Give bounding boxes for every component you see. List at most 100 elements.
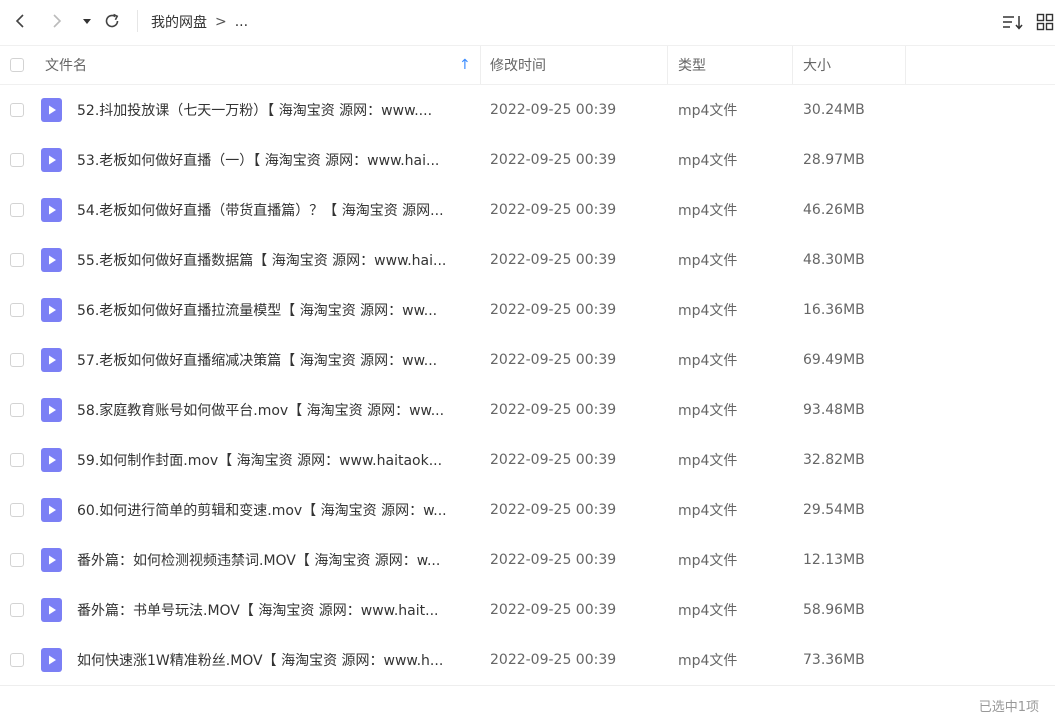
- file-name[interactable]: 番外篇：书单号玩法.MOV【 海淘宝资 源网：www.hait...: [77, 585, 469, 635]
- file-modified-time: 2022-09-25 00:39: [490, 102, 617, 118]
- video-file-icon: [41, 148, 62, 172]
- file-type: mp4文件: [678, 353, 738, 369]
- row-checkbox[interactable]: [10, 503, 24, 517]
- table-row[interactable]: 55.老板如何做好直播数据篇【 海淘宝资 源网：www.hai... 2022-…: [0, 235, 1055, 285]
- file-size: 29.54MB: [803, 502, 865, 518]
- select-all-checkbox[interactable]: [10, 58, 24, 72]
- file-modified-time: 2022-09-25 00:39: [490, 652, 617, 668]
- file-size: 16.36MB: [803, 302, 865, 318]
- file-name[interactable]: 57.老板如何做好直播缩减决策篇【 海淘宝资 源网：ww...: [77, 335, 469, 385]
- row-checkbox[interactable]: [10, 153, 24, 167]
- sort-button[interactable]: [1002, 11, 1024, 33]
- refresh-button[interactable]: [102, 11, 122, 31]
- refresh-icon: [105, 13, 119, 28]
- table-row[interactable]: 番外篇：书单号玩法.MOV【 海淘宝资 源网：www.hait... 2022-…: [0, 585, 1055, 635]
- file-type: mp4文件: [678, 503, 738, 519]
- column-divider[interactable]: [905, 46, 906, 84]
- file-type: mp4文件: [678, 453, 738, 469]
- file-type: mp4文件: [678, 103, 738, 119]
- table-row[interactable]: 56.老板如何做好直播拉流量模型【 海淘宝资 源网：ww... 2022-09-…: [0, 285, 1055, 335]
- column-divider[interactable]: [667, 46, 668, 84]
- row-checkbox[interactable]: [10, 403, 24, 417]
- column-header-size[interactable]: 大小: [803, 46, 903, 84]
- row-checkbox[interactable]: [10, 253, 24, 267]
- video-file-icon: [41, 198, 62, 222]
- video-file-icon: [41, 248, 62, 272]
- table-row[interactable]: 52.抖加投放课（七天一万粉）【 海淘宝资 源网：www.... 2022-09…: [0, 85, 1055, 135]
- video-file-icon: [41, 648, 62, 672]
- column-header-type-label: 类型: [678, 58, 706, 74]
- file-browser: 我的网盘 > ... 文件名 ↑ 修改时间 类型 大小 52.抖加投放课（七天一…: [0, 0, 1055, 724]
- history-dropdown-button[interactable]: [77, 11, 97, 31]
- table-row[interactable]: 53.老板如何做好直播（一）【 海淘宝资 源网：www.hai... 2022-…: [0, 135, 1055, 185]
- file-name[interactable]: 如何快速涨1W精准粉丝.MOV【 海淘宝资 源网：www.h...: [77, 635, 469, 685]
- grid-view-icon: [1036, 13, 1054, 31]
- file-name[interactable]: 60.如何进行简单的剪辑和变速.mov【 海淘宝资 源网：w...: [77, 485, 469, 535]
- breadcrumb-root[interactable]: 我的网盘: [151, 12, 207, 32]
- table-row[interactable]: 58.家庭教育账号如何做平台.mov【 海淘宝资 源网：ww... 2022-0…: [0, 385, 1055, 435]
- column-header-time-label: 修改时间: [490, 58, 546, 74]
- caret-down-icon: [83, 19, 91, 24]
- file-modified-time: 2022-09-25 00:39: [490, 402, 617, 418]
- file-size: 93.48MB: [803, 402, 865, 418]
- file-name[interactable]: 52.抖加投放课（七天一万粉）【 海淘宝资 源网：www....: [77, 85, 469, 135]
- table-row[interactable]: 59.如何制作封面.mov【 海淘宝资 源网：www.haitaok... 20…: [0, 435, 1055, 485]
- grid-view-button[interactable]: [1034, 11, 1055, 33]
- file-name-text: 番外篇：书单号玩法.MOV【 海淘宝资 源网：www.hait...: [77, 603, 439, 619]
- sort-indicator: ↑: [459, 57, 471, 73]
- column-header-type[interactable]: 类型: [678, 46, 788, 84]
- column-divider[interactable]: [792, 46, 793, 84]
- row-checkbox[interactable]: [10, 553, 24, 567]
- file-modified-time: 2022-09-25 00:39: [490, 352, 617, 368]
- file-name[interactable]: 番外篇：如何检测视频违禁词.MOV【 海淘宝资 源网：w...: [77, 535, 469, 585]
- file-name-text: 53.老板如何做好直播（一）【 海淘宝资 源网：www.hai...: [77, 153, 440, 169]
- chevron-right-icon: [53, 14, 62, 28]
- sort-ascending-icon[interactable]: ↑: [459, 46, 471, 84]
- video-file-icon: [41, 398, 62, 422]
- file-name[interactable]: 56.老板如何做好直播拉流量模型【 海淘宝资 源网：ww...: [77, 285, 469, 335]
- row-checkbox[interactable]: [10, 353, 24, 367]
- file-name-text: 59.如何制作封面.mov【 海淘宝资 源网：www.haitaok...: [77, 453, 443, 469]
- row-checkbox[interactable]: [10, 203, 24, 217]
- file-modified-time: 2022-09-25 00:39: [490, 552, 617, 568]
- file-type: mp4文件: [678, 403, 738, 419]
- column-header-name[interactable]: 文件名: [45, 46, 475, 84]
- toolbar: 我的网盘 > ...: [0, 0, 1055, 44]
- table-row[interactable]: 57.老板如何做好直播缩减决策篇【 海淘宝资 源网：ww... 2022-09-…: [0, 335, 1055, 385]
- file-name[interactable]: 55.老板如何做好直播数据篇【 海淘宝资 源网：www.hai...: [77, 235, 469, 285]
- row-checkbox[interactable]: [10, 303, 24, 317]
- file-type: mp4文件: [678, 653, 738, 669]
- column-header-time[interactable]: 修改时间: [490, 46, 660, 84]
- row-checkbox[interactable]: [10, 103, 24, 117]
- table-row[interactable]: 番外篇：如何检测视频违禁词.MOV【 海淘宝资 源网：w... 2022-09-…: [0, 535, 1055, 585]
- column-header-size-label: 大小: [803, 58, 831, 74]
- file-type: mp4文件: [678, 303, 738, 319]
- file-size: 48.30MB: [803, 252, 865, 268]
- breadcrumb-current[interactable]: ...: [235, 14, 248, 30]
- file-modified-time: 2022-09-25 00:39: [490, 152, 617, 168]
- table-row[interactable]: 54.老板如何做好直播（带货直播篇）？【 海淘宝资 源网... 2022-09-…: [0, 185, 1055, 235]
- file-type: mp4文件: [678, 153, 738, 169]
- video-file-icon: [41, 598, 62, 622]
- row-checkbox[interactable]: [10, 653, 24, 667]
- file-size: 69.49MB: [803, 352, 865, 368]
- file-modified-time: 2022-09-25 00:39: [490, 202, 617, 218]
- file-name[interactable]: 58.家庭教育账号如何做平台.mov【 海淘宝资 源网：ww...: [77, 385, 469, 435]
- file-name[interactable]: 59.如何制作封面.mov【 海淘宝资 源网：www.haitaok...: [77, 435, 469, 485]
- column-divider[interactable]: [480, 46, 481, 84]
- breadcrumb: 我的网盘 > ...: [151, 12, 248, 32]
- file-name[interactable]: 54.老板如何做好直播（带货直播篇）？【 海淘宝资 源网...: [77, 185, 469, 235]
- file-type: mp4文件: [678, 253, 738, 269]
- back-button[interactable]: [10, 11, 30, 31]
- row-checkbox[interactable]: [10, 603, 24, 617]
- row-checkbox[interactable]: [10, 453, 24, 467]
- table-row[interactable]: 如何快速涨1W精准粉丝.MOV【 海淘宝资 源网：www.h... 2022-0…: [0, 635, 1055, 685]
- sort-list-icon: [1003, 16, 1023, 30]
- file-name[interactable]: 53.老板如何做好直播（一）【 海淘宝资 源网：www.hai...: [77, 135, 469, 185]
- forward-button[interactable]: [47, 11, 67, 31]
- file-name-text: 58.家庭教育账号如何做平台.mov【 海淘宝资 源网：ww...: [77, 403, 445, 419]
- file-name-text: 番外篇：如何检测视频违禁词.MOV【 海淘宝资 源网：w...: [77, 553, 441, 569]
- table-header: 文件名 ↑ 修改时间 类型 大小: [0, 45, 1055, 85]
- file-name-text: 57.老板如何做好直播缩减决策篇【 海淘宝资 源网：ww...: [77, 353, 438, 369]
- table-row[interactable]: 60.如何进行简单的剪辑和变速.mov【 海淘宝资 源网：w... 2022-0…: [0, 485, 1055, 535]
